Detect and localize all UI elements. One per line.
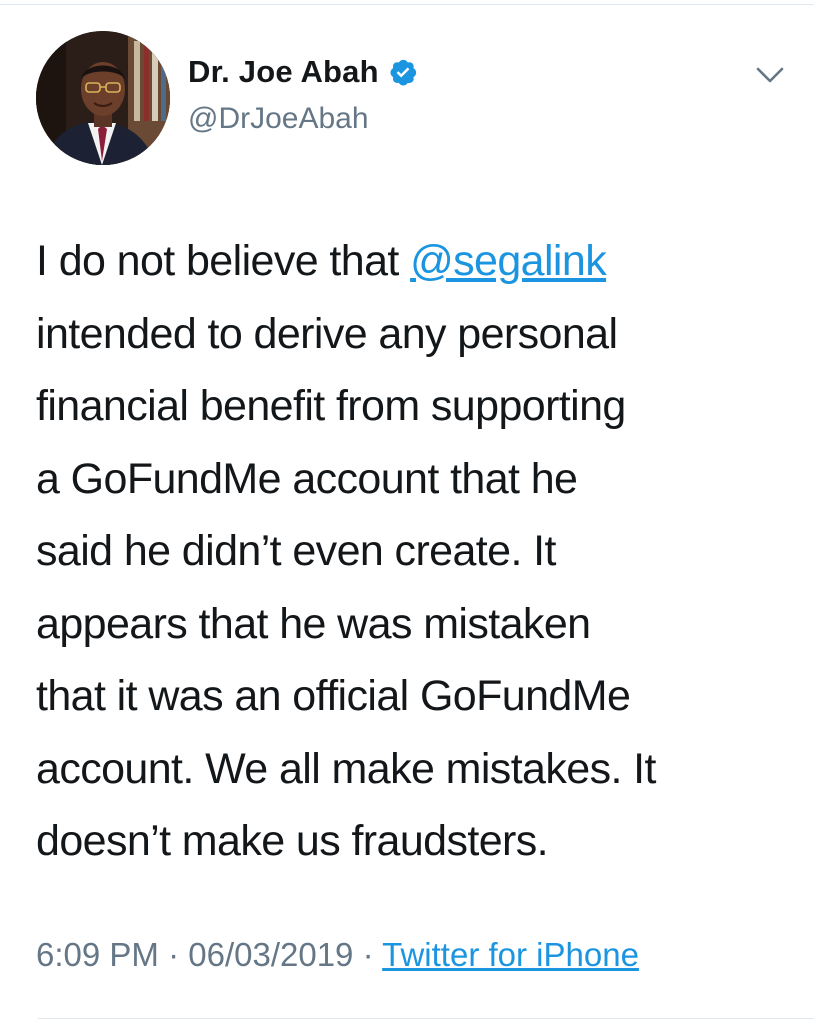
verified-badge-icon [388, 57, 418, 87]
author-handle[interactable]: @DrJoeAbah [188, 102, 369, 136]
author-display-name[interactable]: Dr. Joe Abah [188, 54, 379, 90]
meta-separator: · [353, 936, 383, 973]
tweet-line: account. We all make mistakes. It [36, 744, 656, 793]
bottom-divider [38, 1018, 814, 1019]
tweet-source-link[interactable]: Twitter for iPhone [382, 936, 639, 973]
tweet-date: 06/03/2019 [188, 936, 354, 973]
tweet-meta: 6:09 PM · 06/03/2019 · Twitter for iPhon… [36, 936, 639, 974]
tweet-line: doesn’t make us fraudsters. [36, 817, 549, 865]
tweet-line: appears that he was mistaken [36, 599, 591, 648]
tweet-time: 6:09 PM [36, 936, 159, 973]
author-name-row[interactable]: Dr. Joe Abah [188, 54, 418, 90]
tweet-line: that it was an official GoFundMe [36, 672, 631, 720]
tweet-line: said he didn’t even create. It [36, 527, 556, 575]
tweet-line: intended to derive any personal [36, 309, 618, 358]
tweet-card: Dr. Joe Abah @DrJoeAbah I do not believe… [0, 0, 814, 1024]
avatar[interactable] [36, 31, 170, 165]
tweet-line: financial benefit from supporting [36, 382, 626, 430]
tweet-line: I do not believe that @segalink [36, 225, 806, 298]
tweet-line: a GoFundMe account that he [36, 454, 578, 503]
tweet-text: I do not believe that @segalink intended… [36, 225, 806, 878]
profile-photo [36, 31, 170, 165]
meta-separator: · [158, 936, 189, 973]
top-divider [0, 4, 814, 5]
mention-link[interactable]: @segalink [410, 237, 607, 285]
tweet-text-segment: I do not believe that [36, 237, 411, 285]
chevron-down-icon[interactable] [752, 62, 788, 88]
